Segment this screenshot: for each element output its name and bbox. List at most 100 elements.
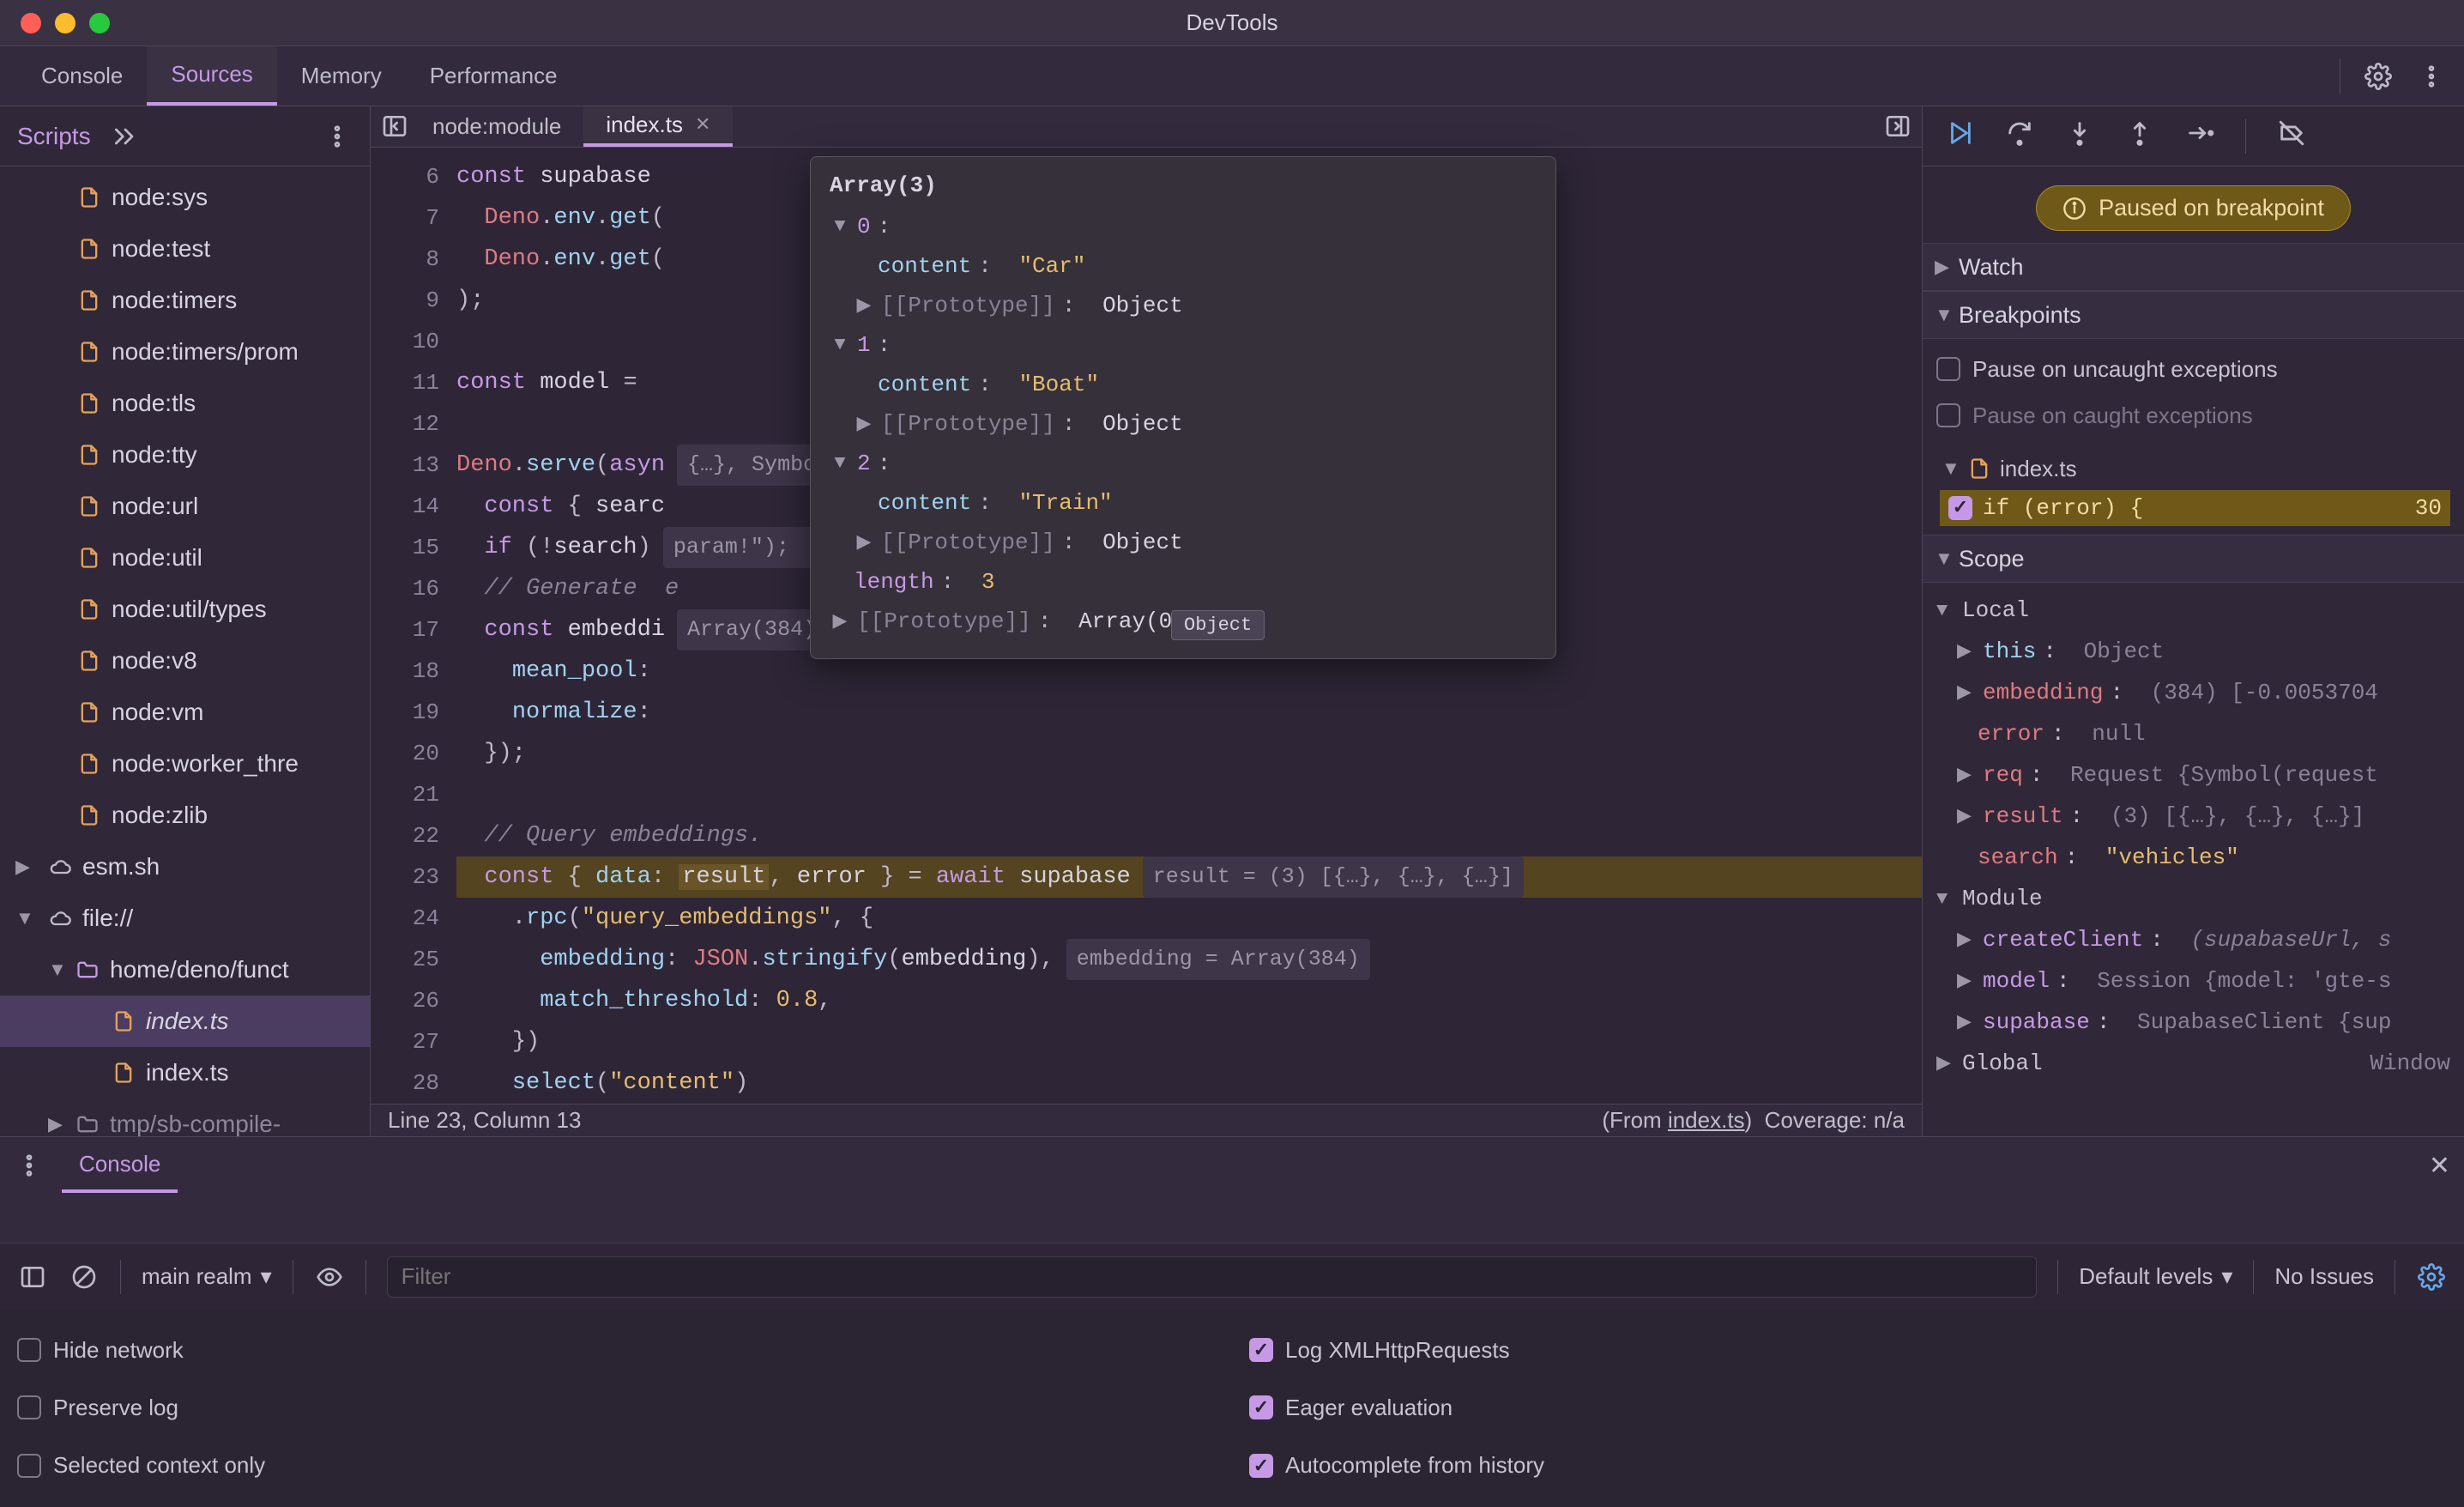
tree-file[interactable]: node:zlib — [0, 790, 370, 841]
close-drawer-button[interactable]: ✕ — [2429, 1151, 2450, 1181]
pause-uncaught-checkbox[interactable]: Pause on uncaught exceptions — [1936, 346, 2450, 392]
tree-file[interactable]: node:vm — [0, 687, 370, 738]
tree-file[interactable]: node:tls — [0, 378, 370, 429]
file-icon — [77, 597, 101, 621]
folder-icon — [75, 1112, 100, 1136]
tab-sources[interactable]: Sources — [147, 46, 276, 106]
maximize-window-button[interactable] — [89, 13, 110, 33]
editor-column: node:module index.ts✕ 678910111213141516… — [371, 106, 1922, 1136]
watch-section[interactable]: ▶Watch — [1923, 243, 2464, 291]
more-icon[interactable] — [322, 121, 353, 152]
issues-indicator[interactable]: No Issues — [2274, 1263, 2374, 1290]
tree-folder-home[interactable]: ▼home/deno/funct — [0, 944, 370, 996]
file-icon — [77, 803, 101, 827]
cursor-position: Line 23, Column 13 — [388, 1107, 581, 1134]
tree-file[interactable]: node:test — [0, 223, 370, 275]
more-icon[interactable] — [14, 1150, 45, 1181]
opt-log-xhr[interactable]: Log XMLHttpRequests — [1249, 1327, 2447, 1373]
tree-file[interactable]: node:sys — [0, 172, 370, 223]
file-icon — [77, 752, 101, 776]
opt-preserve-log[interactable]: Preserve log — [17, 1384, 1215, 1431]
file-icon — [77, 237, 101, 261]
tree-domain-file[interactable]: ▼file:// — [0, 893, 370, 944]
file-icon — [77, 546, 101, 570]
minimize-window-button[interactable] — [55, 13, 75, 33]
window-title: DevTools — [1187, 9, 1278, 36]
cloud-icon — [48, 855, 72, 879]
more-icon[interactable] — [2416, 61, 2447, 92]
file-icon — [77, 494, 101, 518]
opt-eager-eval[interactable]: Eager evaluation — [1249, 1384, 2447, 1431]
log-levels-selector[interactable]: Default levels▾ — [2079, 1263, 2232, 1290]
tree-file[interactable]: node:worker_thre — [0, 738, 370, 790]
scope-section[interactable]: ▼Scope — [1923, 535, 2464, 583]
resume-button[interactable] — [1945, 118, 1974, 154]
step-button[interactable] — [2185, 118, 2214, 154]
opt-selected-ctx[interactable]: Selected context only — [17, 1443, 1215, 1489]
scope-global[interactable]: ▶GlobalWindow — [1936, 1043, 2450, 1084]
realm-selector[interactable]: main realm▾ — [142, 1263, 272, 1290]
pause-caught-checkbox[interactable]: Pause on caught exceptions — [1936, 392, 2450, 439]
scope-module[interactable]: ▼Module — [1936, 878, 2450, 919]
sidebar-toggle-icon[interactable] — [17, 1262, 48, 1292]
tree-file[interactable]: node:v8 — [0, 635, 370, 687]
nav-toggle-icon[interactable] — [379, 111, 410, 142]
coverage-info: Coverage: n/a — [1765, 1107, 1905, 1133]
step-into-button[interactable] — [2065, 118, 2094, 154]
tab-console[interactable]: Console — [17, 46, 147, 106]
titlebar: DevTools — [0, 0, 2464, 46]
console-filter-input[interactable] — [387, 1256, 2038, 1298]
close-tab-icon[interactable]: ✕ — [695, 113, 710, 136]
stack-toggle-icon[interactable] — [1882, 111, 1913, 142]
value-popover[interactable]: Array(3) ▼0:content: "Car"▶[[Prototype]]… — [810, 156, 1556, 659]
popover-tooltip: Object — [1171, 610, 1265, 640]
tab-performance-label: Performance — [430, 63, 558, 89]
settings-icon[interactable] — [2363, 61, 2394, 92]
tree-folder-tmp[interactable]: ▶tmp/sb-compile- — [0, 1098, 370, 1136]
editor-statusbar: Line 23, Column 13 (From index.ts) Cover… — [371, 1104, 1922, 1136]
file-icon — [77, 288, 101, 312]
source-file-link[interactable]: index.ts — [1668, 1107, 1745, 1133]
file-tree[interactable]: node:sysnode:testnode:timersnode:timers/… — [0, 166, 370, 1136]
main-area: Scripts node:sysnode:testnode:timersnode… — [0, 106, 2464, 1136]
editor-tab-index[interactable]: index.ts✕ — [583, 106, 733, 147]
navigator-title[interactable]: Scripts — [17, 123, 91, 150]
cloud-icon — [48, 906, 72, 930]
file-icon — [77, 340, 101, 364]
deactivate-breakpoints-button[interactable] — [2277, 118, 2306, 154]
editor-tabs: node:module index.ts✕ — [371, 106, 1922, 148]
tab-memory[interactable]: Memory — [277, 46, 406, 106]
console-settings-icon[interactable] — [2416, 1262, 2447, 1292]
opt-hide-network[interactable]: Hide network — [17, 1327, 1215, 1373]
close-window-button[interactable] — [21, 13, 41, 33]
step-over-button[interactable] — [2005, 118, 2034, 154]
tree-file[interactable]: node:util — [0, 532, 370, 584]
code-editor[interactable]: 6789101112131415161718192021222324252627… — [371, 148, 1922, 1104]
panel-tabs: Console Sources Memory Performance — [0, 46, 2464, 106]
overflow-icon[interactable] — [106, 121, 137, 152]
scope-local[interactable]: ▼Local — [1936, 590, 2450, 631]
tree-file-active[interactable]: index.ts — [0, 996, 370, 1047]
clear-console-icon[interactable] — [69, 1262, 100, 1292]
tree-domain-esm[interactable]: ▶esm.sh — [0, 841, 370, 893]
tree-file[interactable]: node:url — [0, 481, 370, 532]
tab-performance[interactable]: Performance — [406, 46, 590, 106]
editor-tab-module[interactable]: node:module — [410, 106, 583, 147]
console-settings-grid: Hide network Log XMLHttpRequests Preserv… — [0, 1310, 2464, 1507]
tree-file[interactable]: node:tty — [0, 429, 370, 481]
tree-file[interactable]: node:util/types — [0, 584, 370, 635]
step-out-button[interactable] — [2125, 118, 2154, 154]
tree-file[interactable]: node:timers/prom — [0, 326, 370, 378]
breakpoint-line[interactable]: if (error) {30 — [1940, 490, 2450, 526]
breakpoint-file[interactable]: ▼index.ts — [1936, 447, 2450, 490]
file-icon — [77, 700, 101, 724]
tree-file-dup[interactable]: index.ts — [0, 1047, 370, 1098]
opt-autocomplete[interactable]: Autocomplete from history — [1249, 1443, 2447, 1489]
live-expression-icon[interactable] — [314, 1262, 345, 1292]
debugger-toolbar — [1923, 106, 2464, 166]
file-icon — [77, 391, 101, 415]
breakpoints-section[interactable]: ▼Breakpoints — [1923, 291, 2464, 339]
drawer-tab-console[interactable]: Console — [62, 1139, 178, 1193]
debugger-pane: Paused on breakpoint ▶Watch ▼Breakpoints… — [1922, 106, 2464, 1136]
tree-file[interactable]: node:timers — [0, 275, 370, 326]
